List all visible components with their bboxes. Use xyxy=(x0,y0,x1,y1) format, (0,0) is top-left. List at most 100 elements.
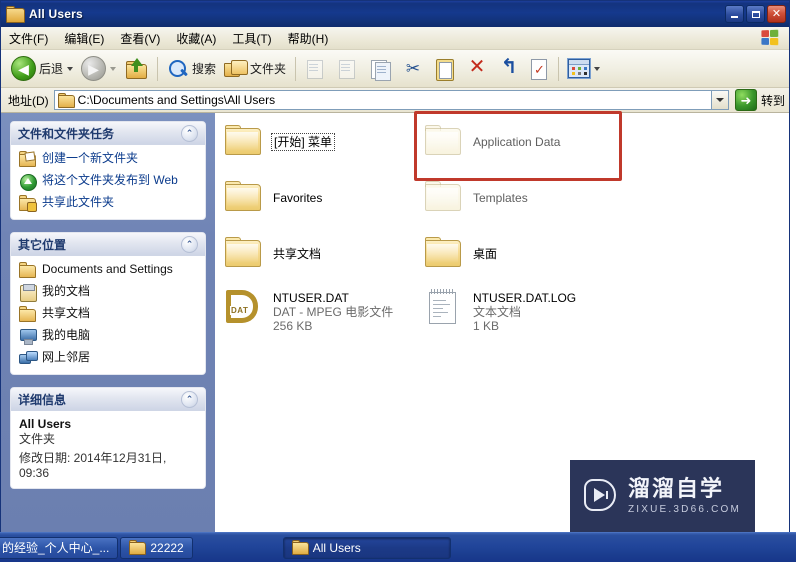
search-icon xyxy=(167,58,189,80)
list-item-text: NTUSER.DAT.LOG 文本文档 1 KB xyxy=(473,287,576,333)
list-item[interactable]: Favorites xyxy=(223,177,322,217)
folder-icon xyxy=(291,540,309,555)
views-button[interactable] xyxy=(564,53,604,85)
toolbar-separator-3 xyxy=(558,56,560,81)
undo-button[interactable]: ↰ xyxy=(493,53,525,85)
panel-header[interactable]: 详细信息 ⌃ xyxy=(11,388,205,411)
cut-button[interactable]: ✂ xyxy=(397,53,429,85)
sidebar-item-share-folder[interactable]: 共享此文件夹 xyxy=(19,195,197,212)
panel-body: All Users 文件夹 修改日期: 2014年12月31日, 09:36 xyxy=(11,411,205,488)
menu-item-favorites[interactable]: 收藏(A) xyxy=(168,28,224,49)
folder-icon xyxy=(423,233,465,273)
title-bar[interactable]: All Users ✕ xyxy=(1,1,789,27)
panel-file-folder-tasks: 文件和文件夹任务 ⌃ 创建一个新文件夹 将这个文件夹发布到 Web 共享此文件夹 xyxy=(10,121,206,220)
back-label: 后退 xyxy=(39,62,64,76)
sidebar-item-label: 我的电脑 xyxy=(42,328,91,342)
sidebar-item-my-computer[interactable]: 我的电脑 xyxy=(19,328,197,345)
list-item-name: Templates xyxy=(473,191,528,205)
share-folder-icon xyxy=(19,195,37,212)
sidebar-item-my-documents[interactable]: 我的文档 xyxy=(19,284,197,302)
list-item-text: Application Data xyxy=(473,121,560,151)
list-item[interactable]: 桌面 xyxy=(423,233,497,273)
chevron-up-icon[interactable]: ⌃ xyxy=(181,124,198,142)
address-input[interactable]: C:\Documents and Settings\All Users xyxy=(53,90,712,110)
views-dropdown-icon[interactable] xyxy=(594,66,601,71)
back-dropdown-icon[interactable] xyxy=(67,66,74,71)
sidebar-item-network-places[interactable]: 网上邻居 xyxy=(19,350,197,367)
taskbar-button-browser[interactable]: 的经验_个人中心_... xyxy=(0,536,119,559)
panel-other-places: 其它位置 ⌃ Documents and Settings 我的文档 共享文档 … xyxy=(10,232,206,375)
close-icon[interactable]: ✕ xyxy=(767,5,786,23)
list-item-name: NTUSER.DAT.LOG xyxy=(473,291,577,305)
taskbar-button-label: All Users xyxy=(312,540,361,555)
copy-to-folder-button[interactable] xyxy=(333,53,365,85)
list-item-text: NTUSER.DAT DAT - MPEG 电影文件 256 KB xyxy=(273,287,393,333)
taskbar-button-label: 22222 xyxy=(150,540,184,555)
sidebar-item-publish-web[interactable]: 将这个文件夹发布到 Web xyxy=(19,173,197,191)
search-button[interactable]: 搜索 xyxy=(163,53,220,85)
delete-button[interactable]: ✕ xyxy=(461,53,493,85)
chevron-up-icon[interactable]: ⌃ xyxy=(181,235,198,253)
panel-header[interactable]: 其它位置 ⌃ xyxy=(11,233,205,256)
folder-icon xyxy=(6,5,25,23)
go-button[interactable]: ➜ 转到 xyxy=(734,89,785,111)
menu-item-view[interactable]: 查看(V) xyxy=(112,28,168,49)
minimize-icon[interactable] xyxy=(725,5,744,23)
go-arrow-icon: ➜ xyxy=(734,89,757,111)
text-file-icon xyxy=(423,287,465,327)
menu-item-tools[interactable]: 工具(T) xyxy=(224,28,279,49)
up-one-level-button[interactable] xyxy=(120,53,152,85)
copy-to-folder-icon xyxy=(337,57,361,81)
sidebar-item-label: 将这个文件夹发布到 Web xyxy=(42,173,178,187)
window-title: All Users xyxy=(29,7,83,21)
panel-title: 其它位置 xyxy=(18,237,67,252)
taskbar-button-22222[interactable]: 22222 xyxy=(120,536,193,559)
panel-title: 详细信息 xyxy=(18,392,67,407)
menu-item-help[interactable]: 帮助(H) xyxy=(280,28,337,49)
sidebar-item-label: 共享此文件夹 xyxy=(42,195,115,209)
explorer-window: All Users ✕ 文件(F) 编辑(E) 查看(V) 收藏(A) 工具(T… xyxy=(0,0,790,533)
list-item[interactable]: NTUSER.DAT.LOG 文本文档 1 KB xyxy=(423,287,576,333)
new-folder-icon xyxy=(19,151,37,168)
menu-item-edit[interactable]: 编辑(E) xyxy=(56,28,112,49)
toolbar: ◀ 后退 ▶ 搜索 文件夹 ✂ ✕ ↰ ✓ xyxy=(1,50,789,88)
folder-icon xyxy=(423,177,465,217)
list-item-text: [开始] 菜单 xyxy=(270,121,336,151)
list-item[interactable]: Templates xyxy=(423,177,528,217)
folders-icon xyxy=(224,59,249,79)
menu-item-file[interactable]: 文件(F) xyxy=(1,28,56,49)
sidebar-item-documents-and-settings[interactable]: Documents and Settings xyxy=(19,262,197,279)
folder-icon xyxy=(223,233,265,273)
sidebar-item-shared-documents[interactable]: 共享文档 xyxy=(19,306,197,323)
list-item-name: [开始] 菜单 xyxy=(270,133,336,151)
sidebar-item-label: 共享文档 xyxy=(42,306,91,320)
paste-button[interactable] xyxy=(429,53,461,85)
views-icon xyxy=(567,58,592,79)
sidebar-item-new-folder[interactable]: 创建一个新文件夹 xyxy=(19,151,197,168)
list-item[interactable]: 共享文档 xyxy=(223,233,321,273)
taskbar-button-all-users[interactable]: All Users xyxy=(282,536,451,559)
watermark-cn: 溜溜自学 xyxy=(627,475,724,501)
back-button[interactable]: ◀ 后退 xyxy=(7,53,77,85)
list-item[interactable]: DAT NTUSER.DAT DAT - MPEG 电影文件 256 KB xyxy=(223,287,393,333)
copy-button[interactable] xyxy=(365,53,397,85)
my-documents-icon xyxy=(19,284,37,302)
properties-button[interactable]: ✓ xyxy=(525,53,553,85)
chevron-up-icon[interactable]: ⌃ xyxy=(181,390,198,408)
list-item[interactable]: [开始] 菜单 xyxy=(223,121,336,161)
maximize-icon[interactable] xyxy=(746,5,765,23)
forward-button[interactable]: ▶ xyxy=(77,53,120,85)
panel-header[interactable]: 文件和文件夹任务 ⌃ xyxy=(11,122,205,145)
move-to-folder-button[interactable] xyxy=(301,53,333,85)
folders-button[interactable]: 文件夹 xyxy=(220,53,290,85)
list-item[interactable]: Application Data xyxy=(423,121,560,161)
chevron-down-icon[interactable] xyxy=(711,90,729,110)
toolbar-separator-2 xyxy=(295,56,297,81)
list-item-type: 文本文档 xyxy=(473,305,522,319)
sidebar-item-label: Documents and Settings xyxy=(42,262,173,276)
list-item-name: 共享文档 xyxy=(273,247,322,261)
folder-icon xyxy=(19,306,37,323)
forward-dropdown-icon[interactable] xyxy=(110,66,117,71)
panel-title: 文件和文件夹任务 xyxy=(18,126,115,141)
forward-icon: ▶ xyxy=(81,56,107,81)
